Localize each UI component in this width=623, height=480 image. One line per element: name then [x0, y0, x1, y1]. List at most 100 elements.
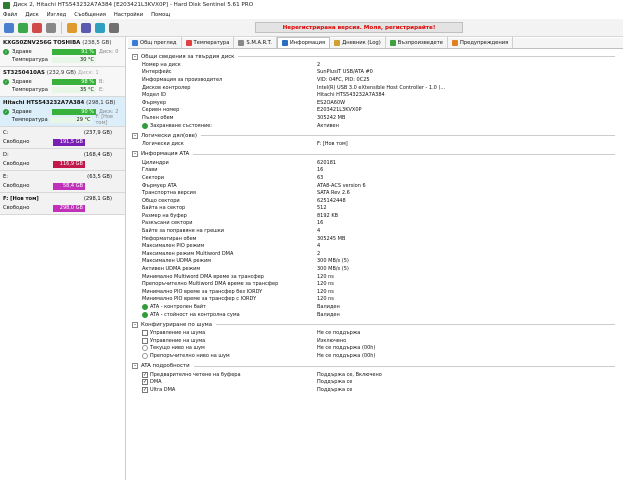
tab-alerts[interactable]: Предупреждения: [448, 37, 514, 48]
tab-overview[interactable]: Общ преглед: [128, 37, 182, 48]
property-row[interactable]: Минимално Multiword DMA време за трансфе…: [132, 273, 623, 281]
property-value: ATA8-ACS version 6: [317, 182, 366, 189]
property-row[interactable]: Фърмуер ES2OA60W: [132, 99, 623, 107]
toolbar: Нерегистрирана версия. Моля, регистрирай…: [0, 19, 623, 37]
property-name: Минимално PIO време за трансфер с IORDY: [142, 296, 257, 303]
section-noise[interactable]: – Конфигуриране по шума: [132, 320, 623, 329]
property-row[interactable]: Активен UDMA режим 300 MB/s (5): [132, 265, 623, 273]
tab-information[interactable]: Информация: [276, 37, 331, 48]
section-general[interactable]: – Общи сведения за твърдия диск: [132, 52, 623, 61]
property-row[interactable]: Текущо ниво на шум Не се поддържа (00h): [132, 345, 623, 353]
property-value: 300 MB/s (5): [317, 258, 349, 265]
property-row[interactable]: Номер на диск 2: [132, 61, 623, 69]
property-row[interactable]: Препоръчително ниво на шум Не се поддържа…: [132, 352, 623, 360]
property-row[interactable]: Минимално PIO време за трансфер без IORD…: [132, 288, 623, 296]
property-row[interactable]: Разкъсани сектори 16: [132, 220, 623, 228]
collapse-icon[interactable]: –: [132, 321, 138, 328]
tab-log[interactable]: Дневник (Log): [330, 37, 386, 48]
property-row[interactable]: Размер на буфер 8192 KB: [132, 212, 623, 220]
property-row[interactable]: Дисков контролер Intel(R) USB 3.0 eXtensi…: [132, 84, 623, 92]
property-row[interactable]: Максимален UDMA режим 300 MB/s (5): [132, 258, 623, 266]
menu-view[interactable]: Изглед: [47, 12, 66, 18]
property-value: Изключено: [317, 337, 347, 344]
property-value: 620181: [317, 159, 337, 166]
property-row[interactable]: Общо сектори 625142448: [132, 197, 623, 205]
performance-icon: [389, 39, 396, 46]
property-row[interactable]: Минимално PIO време за трансфер с IORDY 1…: [132, 296, 623, 304]
property-value: 4: [317, 243, 321, 250]
volume-item[interactable]: F: [Нов том] (298,1 GB) Свободно 298,0 G…: [0, 193, 125, 215]
collapse-icon[interactable]: –: [132, 132, 138, 139]
property-row[interactable]: Захранване състояние: Активен: [132, 122, 623, 130]
health-bar: 91 %: [52, 49, 96, 55]
health-bar: 98 %: [52, 79, 96, 85]
tab-temperature[interactable]: Температура: [182, 37, 235, 48]
property-row[interactable]: Транспортна версия SATA Rev 2.6: [132, 189, 623, 197]
tab-performance[interactable]: Възпроизведете: [386, 37, 448, 48]
menu-messages[interactable]: Съобщения: [74, 12, 106, 18]
menu-disk[interactable]: Диск: [25, 12, 38, 18]
property-row[interactable]: Сериен номер E203421L3KVX0P: [132, 107, 623, 115]
collapse-icon[interactable]: –: [132, 151, 138, 158]
disk-title: ST3250410AS (232,9 GB) Диск: 1: [3, 70, 99, 76]
property-row[interactable]: Байте за поправяне на грешки 4: [132, 227, 623, 235]
refresh-icon[interactable]: [18, 22, 28, 33]
property-row[interactable]: Логически диск F: [Нов том]: [132, 140, 623, 148]
volume-name: E:: [3, 174, 9, 180]
property-row[interactable]: ATA - стойност на контролна сума Валиден: [132, 311, 623, 319]
volume-item[interactable]: D: (168,4 GB) Свободно 116,9 GB: [0, 149, 125, 171]
property-row[interactable]: Фърмуер ATA ATA8-ACS version 6: [132, 182, 623, 190]
section-ata-features[interactable]: – ATA подробности: [132, 362, 623, 371]
section-ata[interactable]: – Информация ATA: [132, 150, 623, 159]
settings-icon[interactable]: [81, 22, 91, 33]
disk-item[interactable]: ST3250410AS (232,9 GB) Диск: 1 ✓ Здраве …: [0, 67, 125, 97]
property-row[interactable]: ATA - контролен байт Валиден: [132, 303, 623, 311]
property-value: 16: [317, 167, 324, 174]
property-row[interactable]: Пълен обем 305242 MB: [132, 114, 623, 122]
property-row[interactable]: Управление на шума Изключено: [132, 337, 623, 345]
property-row[interactable]: ✓ Ultra DMA Поддържа се: [132, 386, 623, 394]
property-row[interactable]: Цилиндри 620181: [132, 159, 623, 167]
property-row[interactable]: Глави 16: [132, 167, 623, 175]
property-name: Сектори: [142, 174, 164, 181]
test-icon[interactable]: [32, 22, 42, 33]
collapse-icon[interactable]: –: [132, 363, 138, 370]
property-row[interactable]: Байта на сектор 512: [132, 205, 623, 213]
unregistered-banner[interactable]: Нерегистрирана версия. Моля, регистрирай…: [255, 22, 463, 33]
property-row[interactable]: Максимален PIO режим 4: [132, 242, 623, 250]
help-icon[interactable]: [95, 22, 105, 33]
property-row[interactable]: Интерфейс SunPlusIT USB/ATA #0: [132, 69, 623, 77]
property-row[interactable]: Модел ID Hitachi HTS543232A7A384: [132, 91, 623, 99]
property-name: Активен UDMA режим: [142, 266, 201, 273]
menu-settings[interactable]: Настройки: [114, 12, 143, 18]
property-row[interactable]: ✓ DMA Поддържа се: [132, 378, 623, 386]
property-row[interactable]: Неформатиран обем 305245 MB: [132, 235, 623, 243]
volume-item[interactable]: E: (63,5 GB) Свободно 58,4 GB: [0, 171, 125, 193]
property-name: Препоръчително Multiword DMA време за тр…: [142, 281, 279, 288]
disk-item-selected[interactable]: Hitachi HTS543232A7A384 (298,1 GB) ✓ Здр…: [0, 97, 125, 127]
property-row[interactable]: Препоръчително Multiword DMA време за тр…: [132, 280, 623, 288]
property-value: 4: [317, 228, 321, 235]
checkbox-icon: ✓: [142, 386, 148, 393]
app-icon: [3, 1, 10, 9]
property-row[interactable]: Максимален режим Multiword DMA 2: [132, 250, 623, 258]
menu-help[interactable]: Помощ: [151, 12, 170, 18]
disk-item[interactable]: KXG50ZNV256G TOSHIBA (238,5 GB) ✓ Здраве…: [0, 37, 125, 67]
volume-item[interactable]: C: (237,9 GB) Свободно 191,5 GB: [0, 127, 125, 149]
collapse-icon[interactable]: –: [132, 53, 138, 60]
monitor-icon[interactable]: [46, 22, 56, 33]
property-name: Пълен обем: [142, 114, 174, 121]
power-icon: [142, 122, 148, 129]
disk-icon[interactable]: [4, 22, 14, 33]
property-value: 120 ns: [317, 273, 334, 280]
property-row[interactable]: ✓ Предварително четене на буфера Поддържа …: [132, 371, 623, 379]
property-row[interactable]: Управление на шума Не се поддържа: [132, 329, 623, 337]
section-logical[interactable]: – Логически дял(ове): [132, 131, 623, 140]
report-icon[interactable]: [67, 22, 77, 33]
property-name: Фърмуер ATA: [142, 182, 177, 189]
menu-file[interactable]: Файл: [3, 12, 17, 18]
property-row[interactable]: Сектори 63: [132, 174, 623, 182]
info-icon[interactable]: [109, 22, 119, 33]
property-row[interactable]: Информация за производител VID: 04FC, PID…: [132, 76, 623, 84]
tab-smart[interactable]: S.M.A.R.T.: [234, 37, 277, 48]
